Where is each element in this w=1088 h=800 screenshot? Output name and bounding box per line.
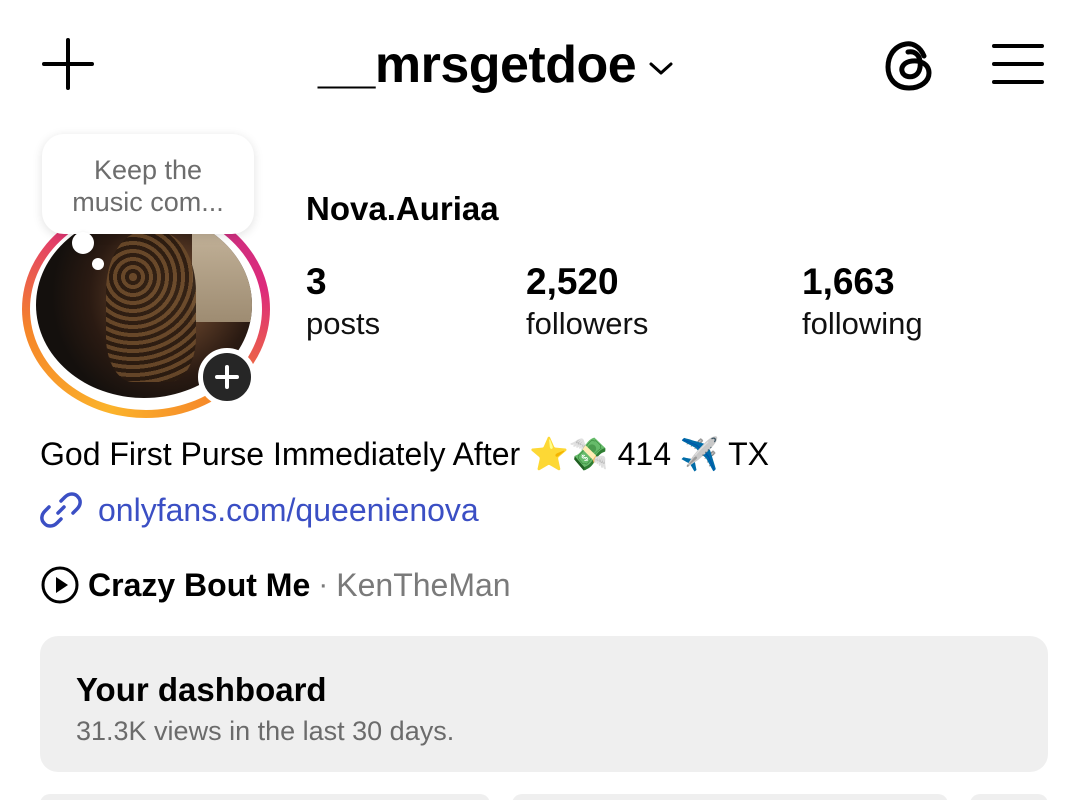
- play-icon: [41, 566, 79, 604]
- link-url[interactable]: onlyfans.com/queenienova: [98, 492, 479, 529]
- posts-stat[interactable]: 3 posts: [306, 260, 380, 344]
- add-story-button[interactable]: [198, 348, 256, 406]
- chevron-down-icon: [649, 62, 673, 75]
- followers-count: 2,520: [526, 261, 619, 302]
- song-artist: KenTheMan: [336, 566, 511, 603]
- display-name: Nova.Auriaa: [306, 190, 499, 227]
- profile-username: __mrsgetdoe: [318, 36, 637, 94]
- following-label: following: [802, 306, 923, 341]
- bio-text: God First Purse Immediately After ⭐💸 414…: [40, 436, 769, 472]
- dashboard-subtitle: 31.3K views in the last 30 days.: [76, 716, 455, 746]
- profile-link[interactable]: onlyfans.com/queenienova: [40, 488, 479, 532]
- music-separator: ·: [318, 568, 329, 601]
- top-bar: __mrsgetdoe: [0, 0, 1088, 125]
- posts-label: posts: [306, 306, 381, 341]
- following-stat[interactable]: 1,663 following: [802, 260, 923, 344]
- edit-profile-button[interactable]: [40, 794, 490, 800]
- profile-music[interactable]: Crazy Bout Me · KenTheMan: [40, 562, 511, 608]
- threads-icon[interactable]: [880, 36, 940, 96]
- hamburger-menu-icon[interactable]: [990, 40, 1046, 88]
- link-icon: [40, 492, 82, 528]
- note-tail-dot-small: [92, 258, 104, 270]
- posts-count: 3: [306, 261, 327, 302]
- create-plus-icon[interactable]: [40, 36, 96, 92]
- dashboard-title: Your dashboard: [76, 671, 327, 708]
- following-count: 1,663: [802, 261, 895, 302]
- song-title: Crazy Bout Me: [88, 566, 311, 603]
- note-text-line2: music com...: [72, 187, 224, 217]
- followers-stat[interactable]: 2,520 followers: [526, 260, 648, 344]
- note-tail-dot: [72, 232, 94, 254]
- note-text-line1: Keep the: [93, 155, 203, 185]
- plus-icon: [215, 365, 239, 389]
- profile-note-bubble[interactable]: Keep the music com...: [42, 134, 254, 234]
- followers-label: followers: [526, 306, 649, 341]
- account-switcher[interactable]: __mrsgetdoe: [318, 30, 674, 100]
- dashboard-card[interactable]: Your dashboard 31.3K views in the last 3…: [40, 636, 1048, 772]
- share-profile-button[interactable]: [512, 794, 948, 800]
- discover-people-button[interactable]: [970, 794, 1048, 800]
